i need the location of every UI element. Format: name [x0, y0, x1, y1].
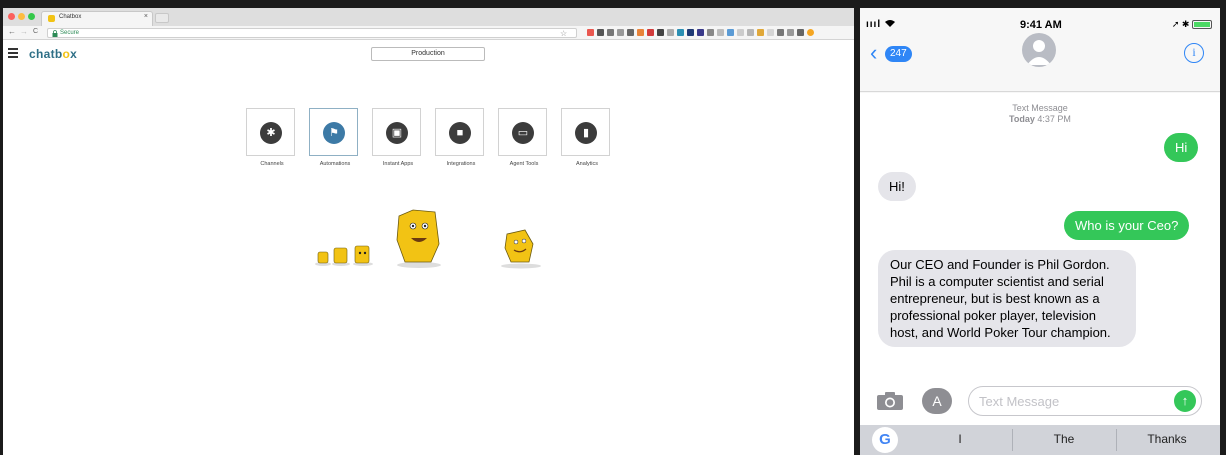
extension-icon[interactable]: [807, 29, 814, 36]
person-icon: [1027, 40, 1051, 65]
tile-instant-apps[interactable]: ▣ Instant Apps: [372, 108, 421, 167]
tile-label: Integrations: [446, 161, 476, 167]
extension-icon[interactable]: [677, 29, 684, 36]
extension-icon[interactable]: [767, 29, 774, 36]
back-unread-count[interactable]: 247: [885, 46, 912, 62]
tile-channels[interactable]: ✱ Channels: [246, 108, 295, 167]
tile-agent-tools[interactable]: ▭ Agent Tools: [498, 108, 547, 167]
tile-automations[interactable]: ⚑ Automations: [309, 108, 358, 167]
browser-tab[interactable]: Chatbox ×: [41, 11, 153, 26]
extension-icon[interactable]: [687, 29, 694, 36]
browser-window: Chatbox × ← → C Secure ☆ chatbox Product…: [3, 8, 854, 455]
environment-selector[interactable]: Production: [371, 47, 485, 61]
logo-text: x: [70, 47, 78, 61]
extension-icon[interactable]: [797, 29, 804, 36]
google-icon[interactable]: G: [872, 427, 898, 453]
agent-tools-icon: ▭: [512, 122, 534, 144]
extension-icon[interactable]: [647, 29, 654, 36]
message-thread[interactable]: Text Message Today 4:37 PM Hi Hi! Who is…: [860, 93, 1220, 375]
hamburger-menu-icon[interactable]: [8, 48, 18, 60]
instant-apps-icon: ▣: [386, 122, 408, 144]
extension-icon[interactable]: [747, 29, 754, 36]
tile-label: Channels: [260, 161, 284, 167]
stamp-day: Today: [1009, 114, 1035, 124]
suggestion-item[interactable]: The: [1024, 432, 1104, 446]
info-button[interactable]: i: [1184, 43, 1204, 63]
bookmark-star-icon[interactable]: ☆: [560, 29, 567, 38]
integrations-icon: ■: [449, 122, 471, 144]
automations-icon: ⚑: [323, 122, 345, 144]
tab-title: Chatbox: [59, 14, 82, 20]
secure-label: Secure: [60, 30, 80, 36]
received-message[interactable]: Our CEO and Founder is Phil Gordon. Phil…: [878, 250, 1136, 347]
chatbox-logo[interactable]: chatbox: [29, 47, 77, 61]
forward-arrow-icon[interactable]: →: [20, 27, 28, 36]
suggestion-item[interactable]: Thanks: [1127, 432, 1207, 446]
reload-icon[interactable]: C: [33, 28, 38, 35]
tile-label: Instant Apps: [382, 161, 414, 167]
tile-analytics[interactable]: ▮ Analytics: [561, 108, 610, 167]
tile-label: Automations: [319, 161, 351, 167]
back-chevron-icon[interactable]: ‹: [870, 42, 877, 64]
suggestion-divider: [1116, 429, 1117, 451]
extension-icon[interactable]: [667, 29, 674, 36]
stamp-date: Today 4:37 PM: [860, 114, 1220, 125]
extension-icon[interactable]: [627, 29, 634, 36]
logo-text: chatb: [29, 47, 63, 61]
suggestion-divider: [1012, 429, 1013, 451]
browser-toolbar: ← → C Secure ☆: [3, 26, 854, 40]
extension-icon[interactable]: [607, 29, 614, 36]
keyboard-suggestions: G I The Thanks: [860, 425, 1220, 455]
conversation-header: ‹ 247 i: [860, 28, 1220, 92]
tab-strip: Chatbox ×: [3, 8, 854, 26]
received-message[interactable]: Hi!: [878, 172, 916, 201]
camera-icon[interactable]: [876, 391, 904, 411]
extension-icon[interactable]: [617, 29, 624, 36]
phone-screen: ıııl 9:41 AM ➚ ✱ ‹ 247 i Text Message To…: [860, 8, 1220, 455]
compose-bar: A ↑: [860, 375, 1220, 425]
favicon-icon: [48, 15, 55, 22]
new-tab-button[interactable]: [155, 13, 169, 23]
extension-icon[interactable]: [717, 29, 724, 36]
extension-icon[interactable]: [697, 29, 704, 36]
address-bar[interactable]: Secure ☆: [47, 28, 577, 38]
mascot-illustration: [315, 209, 541, 269]
extension-icon[interactable]: [777, 29, 784, 36]
send-button[interactable]: ↑: [1174, 390, 1196, 412]
tab-close-icon[interactable]: ×: [144, 13, 148, 20]
wifi-icon: [885, 20, 895, 27]
tile-label: Agent Tools: [509, 161, 539, 167]
tile-label: Analytics: [575, 161, 598, 167]
screen: Chatbox × ← → C Secure ☆ chatbox Product…: [0, 0, 1226, 455]
channels-icon: ✱: [260, 122, 282, 144]
suggestion-item[interactable]: I: [920, 432, 1000, 446]
sent-message[interactable]: Who is your Ceo?: [1064, 211, 1190, 240]
message-input[interactable]: [968, 386, 1202, 416]
status-bar: ıııl 9:41 AM ➚ ✱: [860, 8, 1220, 31]
extension-icon[interactable]: [657, 29, 664, 36]
app-header: chatbox Production: [3, 40, 854, 70]
sent-message[interactable]: Hi: [1164, 133, 1199, 162]
maximize-window-dot[interactable]: [28, 13, 35, 20]
extension-icon[interactable]: [727, 29, 734, 36]
extension-icon[interactable]: [597, 29, 604, 36]
extension-icon[interactable]: [737, 29, 744, 36]
extension-icon[interactable]: [587, 29, 594, 36]
back-arrow-icon[interactable]: ←: [8, 27, 16, 36]
extension-icon[interactable]: [787, 29, 794, 36]
logo-text: o: [62, 47, 71, 61]
extension-icon[interactable]: [757, 29, 764, 36]
analytics-icon: ▮: [575, 122, 597, 144]
stamp-time: 4:37 PM: [1037, 114, 1071, 124]
contact-avatar[interactable]: [1022, 33, 1056, 67]
app-store-icon[interactable]: A: [922, 388, 952, 414]
extension-icon[interactable]: [637, 29, 644, 36]
tile-integrations[interactable]: ■ Integrations: [435, 108, 484, 167]
extension-icon[interactable]: [707, 29, 714, 36]
close-window-dot[interactable]: [8, 13, 15, 20]
minimize-window-dot[interactable]: [18, 13, 25, 20]
stamp-title: Text Message: [1012, 103, 1068, 113]
thread-timestamp: Text Message Today 4:37 PM: [860, 103, 1220, 125]
lock-icon: [52, 30, 58, 37]
